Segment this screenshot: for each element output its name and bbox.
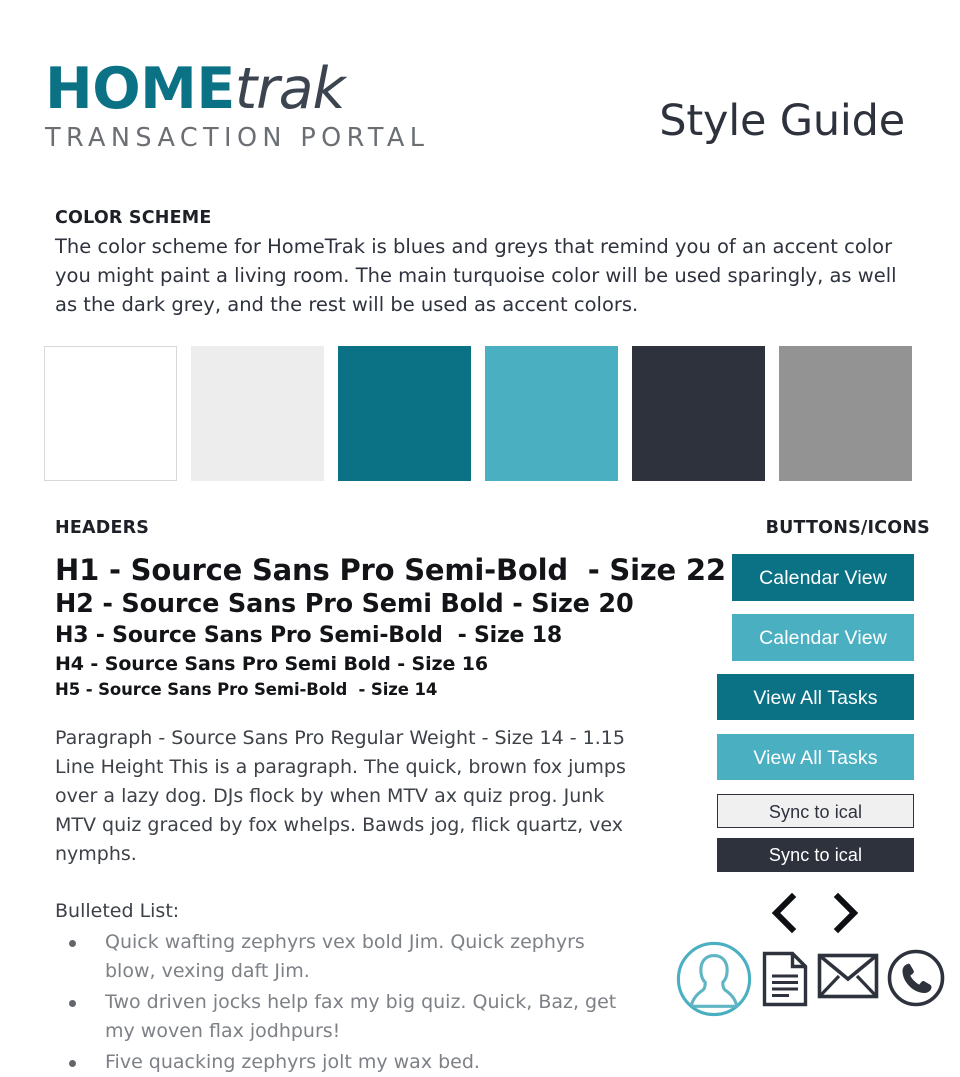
view-all-tasks-button-secondary[interactable]: View All Tasks: [717, 734, 914, 780]
headers-heading: HEADERS: [55, 518, 150, 538]
heading-sample-h3: H3 - Source Sans Pro Semi-Bold - Size 18: [55, 623, 562, 648]
page-title: Style Guide: [659, 96, 905, 146]
color-swatch: [44, 346, 177, 481]
bulleted-list: Quick wafting zephyrs vex bold Jim. Quic…: [55, 928, 625, 1077]
logo-subtitle: TRANSACTION PORTAL: [45, 123, 430, 153]
sync-to-ical-button-dark[interactable]: Sync to ical: [717, 838, 914, 872]
color-swatch: [632, 346, 765, 481]
list-item: Five quacking zephyrs jolt my wax bed.: [55, 1048, 625, 1077]
icon-set: [675, 940, 945, 1018]
color-scheme-heading: COLOR SCHEME: [55, 208, 212, 228]
heading-sample-h5: H5 - Source Sans Pro Semi-Bold - Size 14: [55, 680, 438, 699]
typography-section: HEADERS H1 - Source Sans Pro Semi-Bold -…: [55, 518, 726, 1077]
bulleted-list-label: Bulleted List:: [55, 900, 180, 922]
color-swatch-row: [44, 346, 916, 481]
color-swatch: [191, 346, 324, 481]
page-header: HOMEtrak TRANSACTION PORTAL Style Guide: [0, 0, 960, 190]
logo-wordmark: HOMEtrak: [45, 58, 429, 120]
chevron-left-icon[interactable]: [770, 892, 800, 934]
color-swatch: [338, 346, 471, 481]
phone-icon[interactable]: [887, 949, 945, 1007]
logo-secondary-text: trak: [234, 56, 346, 122]
buttons-icons-section: BUTTONS/ICONS Calendar View Calendar Vie…: [660, 518, 945, 1018]
pagination-chevrons: [715, 892, 915, 934]
document-icon[interactable]: [761, 950, 809, 1007]
color-scheme-section: COLOR SCHEME The color scheme for HomeTr…: [55, 208, 915, 319]
color-swatch: [485, 346, 618, 481]
buttons-icons-heading: BUTTONS/ICONS: [765, 518, 930, 538]
paragraph-sample: Paragraph - Source Sans Pro Regular Weig…: [55, 727, 626, 865]
calendar-view-button-primary[interactable]: Calendar View: [732, 554, 914, 601]
list-item: Quick wafting zephyrs vex bold Jim. Quic…: [55, 928, 625, 986]
heading-sample-h4: H4 - Source Sans Pro Semi Bold - Size 16: [55, 653, 489, 675]
chevron-right-icon[interactable]: [830, 892, 860, 934]
sync-to-ical-button-light[interactable]: Sync to ical: [717, 794, 914, 828]
list-item: Two driven jocks help fax my big quiz. Q…: [55, 988, 625, 1046]
calendar-view-button-secondary[interactable]: Calendar View: [732, 614, 914, 661]
heading-sample-h2: H2 - Source Sans Pro Semi Bold - Size 20: [55, 589, 634, 619]
color-scheme-description: The color scheme for HomeTrak is blues a…: [55, 235, 897, 316]
user-avatar-icon[interactable]: [675, 940, 753, 1018]
logo-primary-text: HOME: [45, 56, 235, 122]
heading-sample-h1: H1 - Source Sans Pro Semi-Bold - Size 22: [55, 553, 726, 587]
envelope-icon[interactable]: [817, 953, 879, 999]
hometrak-logo: HOMEtrak TRANSACTION PORTAL: [45, 58, 429, 152]
view-all-tasks-button-primary[interactable]: View All Tasks: [717, 674, 914, 720]
color-swatch: [779, 346, 912, 481]
